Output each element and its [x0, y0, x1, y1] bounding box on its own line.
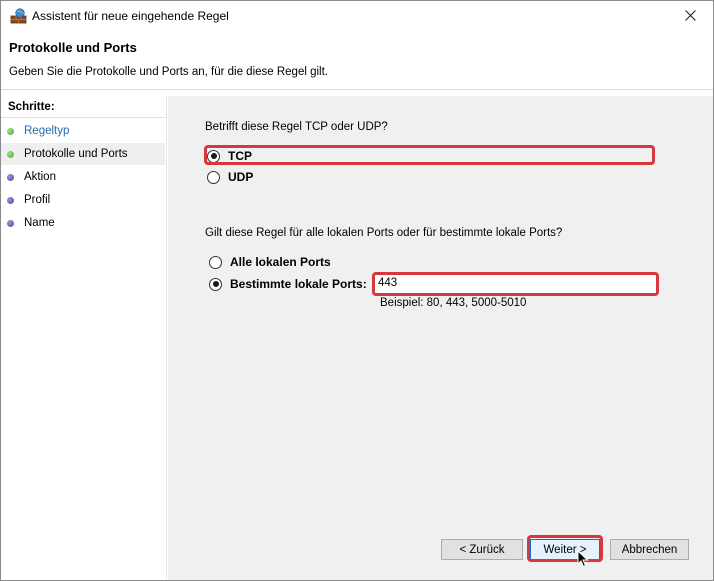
step-pending-icon — [7, 173, 14, 181]
highlight-ports-input — [372, 272, 659, 296]
step-pending-icon — [7, 196, 14, 204]
sidebar-item-regeltyp[interactable]: Regeltyp — [1, 120, 165, 142]
sidebar-item-profil: Profil — [1, 189, 165, 211]
ports-question: Gilt diese Regel für alle lokalen Ports … — [205, 227, 563, 239]
close-icon — [684, 9, 696, 24]
sidebar-item-label: Name — [24, 217, 55, 229]
cancel-button[interactable]: Abbrechen — [610, 539, 689, 560]
wizard-window: Assistent für neue eingehende Regel Prot… — [0, 0, 714, 581]
firewall-wizard-icon — [10, 8, 27, 24]
ports-example: Beispiel: 80, 443, 5000-5010 — [380, 297, 527, 309]
title-bar: Assistent für neue eingehende Regel — [1, 1, 713, 32]
radio-all-ports[interactable]: Alle lokalen Ports — [209, 255, 331, 269]
sidebar-item-label: Profil — [24, 194, 51, 206]
radio-indicator[interactable] — [209, 277, 222, 291]
radio-all-ports-label: Alle lokalen Ports — [230, 255, 331, 269]
page-subtitle: Geben Sie die Protokolle und Ports an, f… — [9, 66, 328, 78]
highlight-next-button — [527, 535, 603, 562]
header-divider — [1, 89, 713, 90]
wizard-header: Protokolle und Ports Geben Sie die Proto… — [1, 32, 713, 89]
sidebar-item-aktion: Aktion — [1, 166, 165, 188]
sidebar-item-label: Regeltyp — [24, 125, 70, 137]
radio-specific-ports[interactable]: Bestimmte lokale Ports: — [209, 277, 367, 291]
radio-indicator[interactable] — [209, 255, 222, 269]
sidebar-item-label: Protokolle und Ports — [24, 148, 128, 160]
radio-udp-label: UDP — [228, 170, 254, 184]
step-pending-icon — [7, 219, 14, 227]
mouse-cursor-icon — [577, 549, 589, 568]
steps-heading: Schritte: — [8, 101, 55, 113]
content-panel: Betrifft diese Regel TCP oder UDP? TCP U… — [168, 96, 713, 580]
page-title: Protokolle und Ports — [9, 40, 137, 55]
close-button[interactable] — [667, 1, 713, 32]
protocol-question: Betrifft diese Regel TCP oder UDP? — [205, 121, 388, 133]
step-current-icon — [7, 150, 14, 158]
step-done-icon — [7, 127, 14, 135]
steps-sidebar: Schritte: Regeltyp Protokolle und Ports … — [1, 96, 167, 580]
radio-specific-ports-label: Bestimmte lokale Ports: — [230, 277, 367, 291]
back-button[interactable]: < Zurück — [441, 539, 523, 560]
window-title: Assistent für neue eingehende Regel — [32, 9, 229, 23]
radio-indicator[interactable] — [207, 170, 220, 184]
sidebar-item-name: Name — [1, 212, 165, 234]
steps-divider — [1, 117, 167, 118]
sidebar-item-protokolle-und-ports[interactable]: Protokolle und Ports — [1, 143, 165, 165]
highlight-tcp — [204, 145, 655, 165]
sidebar-item-label: Aktion — [24, 171, 56, 183]
radio-udp[interactable]: UDP — [207, 170, 253, 184]
